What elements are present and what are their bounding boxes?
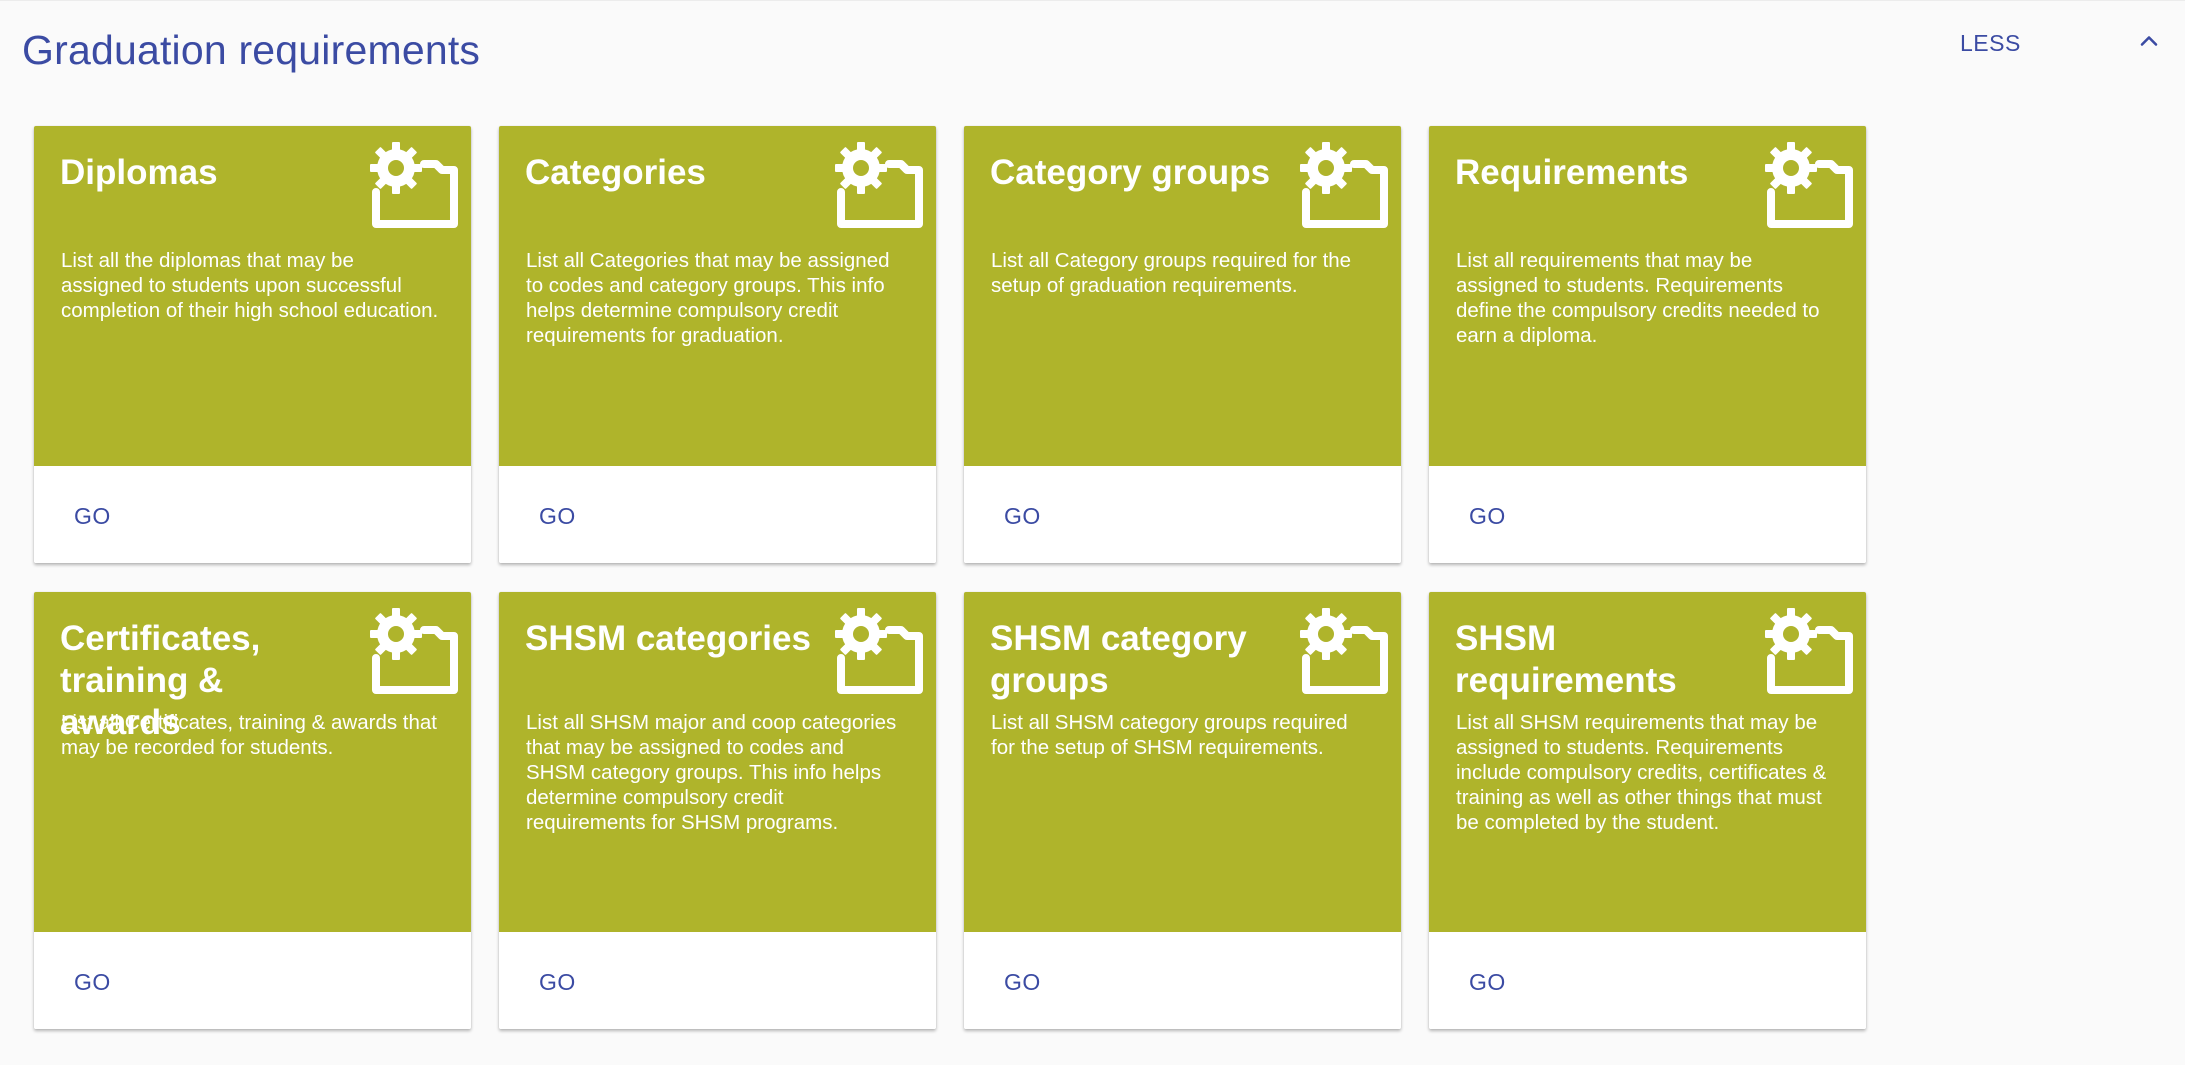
card-actions: GO <box>34 932 471 1029</box>
card-header: SHSM categories List all SHSM major and … <box>499 592 936 932</box>
collapse-toggle[interactable]: LESS <box>1960 23 2160 63</box>
go-button[interactable]: GO <box>64 496 121 536</box>
settings-folder-icon <box>835 142 923 228</box>
card-shsm-requirements: SHSM requirements List all SHSM requirem… <box>1429 592 1866 1029</box>
card-actions: GO <box>964 466 1401 563</box>
card-header: Diplomas List all the diplomas that may … <box>34 126 471 466</box>
card-description: List all requirements that may be assign… <box>1456 249 1820 347</box>
card-actions: GO <box>964 932 1401 1029</box>
go-button[interactable]: GO <box>64 962 121 1002</box>
card-grid: Diplomas List all the diplomas that may … <box>34 126 1866 1029</box>
card-title: SHSM requirements <box>1455 619 1677 700</box>
card-description: List all Categories that may be assigned… <box>526 249 890 347</box>
go-button[interactable]: GO <box>1459 496 1516 536</box>
settings-folder-icon <box>370 608 458 694</box>
card-shsm-category-groups: SHSM category groups List all SHSM categ… <box>964 592 1401 1029</box>
settings-folder-icon <box>835 608 923 694</box>
card-title: Requirements <box>1455 153 1689 192</box>
card-header: SHSM category groups List all SHSM categ… <box>964 592 1401 932</box>
go-button[interactable]: GO <box>994 962 1051 1002</box>
go-button[interactable]: GO <box>994 496 1051 536</box>
card-requirements: Requirements List all requirements that … <box>1429 126 1866 563</box>
card-categories: Categories List all Categories that may … <box>499 126 936 563</box>
card-title: SHSM category groups <box>990 619 1247 700</box>
card-certificates-training-awards: Certificates, training & awards List all… <box>34 592 471 1029</box>
settings-folder-icon <box>1300 608 1388 694</box>
card-description: List all SHSM category groups required f… <box>991 711 1348 759</box>
card-header: Requirements List all requirements that … <box>1429 126 1866 466</box>
section-title: Graduation requirements <box>22 27 481 73</box>
go-button[interactable]: GO <box>529 496 586 536</box>
collapse-toggle-label: LESS <box>1960 29 2021 56</box>
go-button[interactable]: GO <box>529 962 586 1002</box>
card-actions: GO <box>1429 466 1866 563</box>
settings-folder-icon <box>1765 142 1853 228</box>
card-title: SHSM categories <box>525 619 811 658</box>
card-header: SHSM requirements List all SHSM requirem… <box>1429 592 1866 932</box>
card-title: Diplomas <box>60 153 218 192</box>
card-title: Categories <box>525 153 706 192</box>
card-title: Category groups <box>990 153 1271 192</box>
card-actions: GO <box>499 932 936 1029</box>
card-header: Category groups List all Category groups… <box>964 126 1401 466</box>
card-category-groups: Category groups List all Category groups… <box>964 126 1401 563</box>
settings-folder-icon <box>1300 142 1388 228</box>
card-description: List all Certificates, training & awards… <box>61 711 437 759</box>
card-diplomas: Diplomas List all the diplomas that may … <box>34 126 471 563</box>
card-actions: GO <box>34 466 471 563</box>
settings-folder-icon <box>370 142 458 228</box>
card-description: List all SHSM major and coop categories … <box>526 711 897 834</box>
go-button[interactable]: GO <box>1459 962 1516 1002</box>
graduation-requirements-section: Graduation requirements LESS Diplomas Li… <box>0 0 2185 1065</box>
chevron-up-icon <box>2140 36 2158 46</box>
card-description: List all Category groups required for th… <box>991 249 1352 297</box>
card-header: Categories List all Categories that may … <box>499 126 936 466</box>
settings-folder-icon <box>1765 608 1853 694</box>
card-actions: GO <box>1429 932 1866 1029</box>
card-shsm-categories: SHSM categories List all SHSM major and … <box>499 592 936 1029</box>
card-description: List all SHSM requirements that may be a… <box>1456 711 1827 834</box>
card-header: Certificates, training & awards List all… <box>34 592 471 932</box>
card-description: List all the diplomas that may be assign… <box>61 249 439 322</box>
card-actions: GO <box>499 466 936 563</box>
